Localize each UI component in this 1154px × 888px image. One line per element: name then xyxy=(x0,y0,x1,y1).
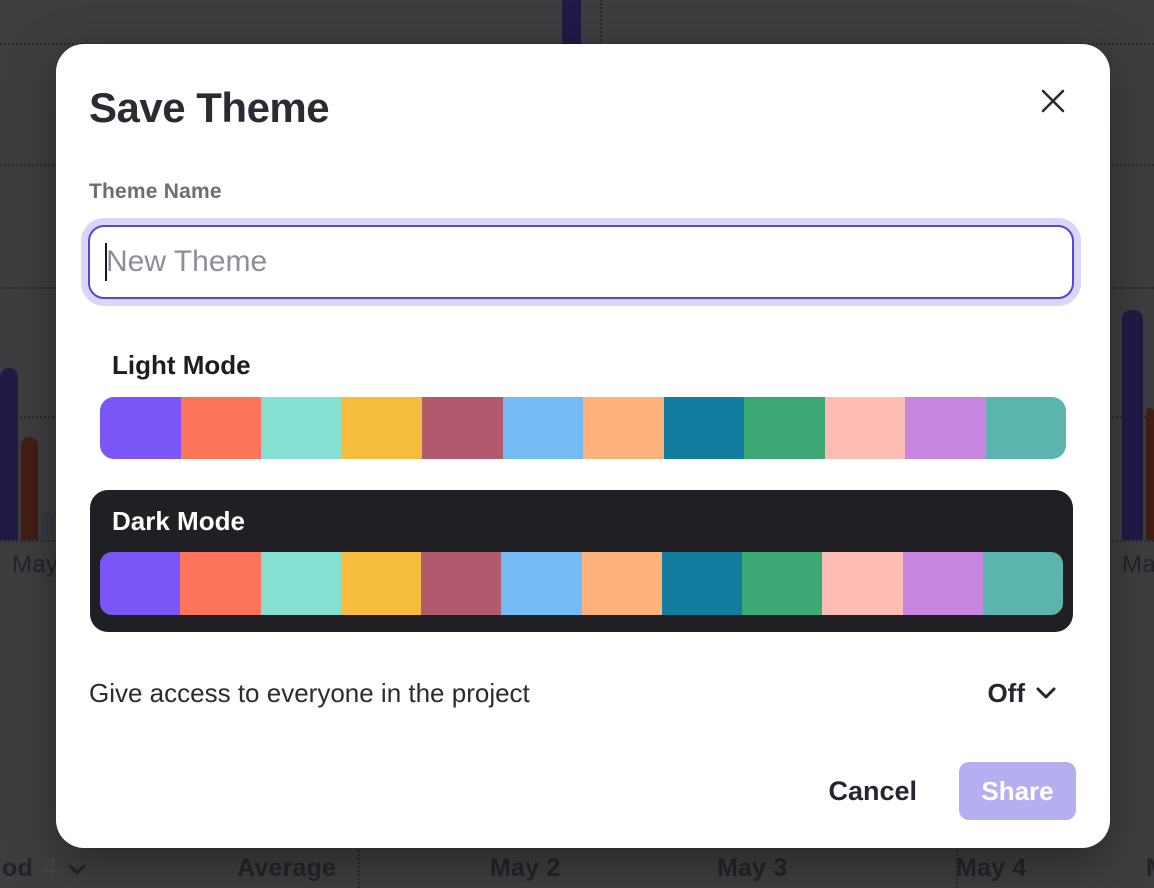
light-mode-palette xyxy=(100,397,1066,459)
color-swatch xyxy=(825,397,906,459)
axis-label-average: Average xyxy=(237,854,336,883)
color-swatch xyxy=(341,552,421,615)
dialog-title: Save Theme xyxy=(89,84,329,132)
bar-group-label: May xyxy=(1122,551,1154,579)
color-swatch xyxy=(583,397,664,459)
share-button[interactable]: Share xyxy=(959,762,1076,820)
axis-label-may3: May 3 xyxy=(717,854,787,883)
color-swatch xyxy=(501,552,581,615)
gridline xyxy=(358,845,360,888)
color-swatch xyxy=(903,552,983,615)
color-swatch xyxy=(905,397,986,459)
axis-label-may4: May 4 xyxy=(956,854,1026,883)
period-selector[interactable]: Period 4 xyxy=(0,854,87,883)
color-swatch xyxy=(261,397,342,459)
period-number: 4 xyxy=(43,854,57,883)
access-dropdown[interactable]: Off xyxy=(987,678,1057,709)
theme-name-input[interactable] xyxy=(88,225,1074,299)
cancel-button[interactable]: Cancel xyxy=(828,776,917,807)
text-caret xyxy=(105,243,107,281)
dark-mode-panel: Dark Mode xyxy=(90,490,1073,632)
color-swatch xyxy=(180,552,260,615)
chart-bar xyxy=(1122,310,1143,540)
bar-group-label: May xyxy=(12,551,58,579)
axis-label-may2: May 2 xyxy=(490,854,560,883)
color-swatch xyxy=(421,552,501,615)
dark-mode-label: Dark Mode xyxy=(112,506,245,537)
close-icon xyxy=(1039,87,1067,118)
color-swatch xyxy=(744,397,825,459)
color-swatch xyxy=(986,397,1067,459)
dialog-actions: Cancel Share xyxy=(828,762,1076,820)
chart-bar xyxy=(0,368,18,540)
color-swatch xyxy=(100,397,181,459)
color-swatch xyxy=(342,397,423,459)
color-swatch xyxy=(662,552,742,615)
color-swatch xyxy=(983,552,1063,615)
save-theme-dialog: Save Theme Theme Name Light Mode Dark Mo… xyxy=(56,44,1110,848)
color-swatch xyxy=(181,397,262,459)
color-swatch xyxy=(503,397,584,459)
axis-label-may5: May 5 xyxy=(1146,854,1154,883)
color-swatch xyxy=(422,397,503,459)
gridline xyxy=(600,0,602,44)
chevron-down-icon xyxy=(1035,685,1057,703)
color-swatch xyxy=(261,552,341,615)
chart-bar xyxy=(1146,408,1154,540)
theme-name-label: Theme Name xyxy=(89,180,222,204)
chart-bar xyxy=(562,0,581,44)
chart-bar xyxy=(41,513,54,540)
color-swatch xyxy=(742,552,822,615)
access-label: Give access to everyone in the project xyxy=(89,678,530,709)
color-swatch xyxy=(100,552,180,615)
chevron-down-icon xyxy=(67,854,87,883)
access-value: Off xyxy=(987,678,1025,709)
light-mode-label: Light Mode xyxy=(112,350,251,381)
chart-bar xyxy=(21,437,38,540)
color-swatch xyxy=(822,552,902,615)
period-label: Period xyxy=(0,854,33,883)
close-button[interactable] xyxy=(1038,87,1068,117)
color-swatch xyxy=(664,397,745,459)
dark-mode-palette xyxy=(100,552,1063,615)
color-swatch xyxy=(582,552,662,615)
